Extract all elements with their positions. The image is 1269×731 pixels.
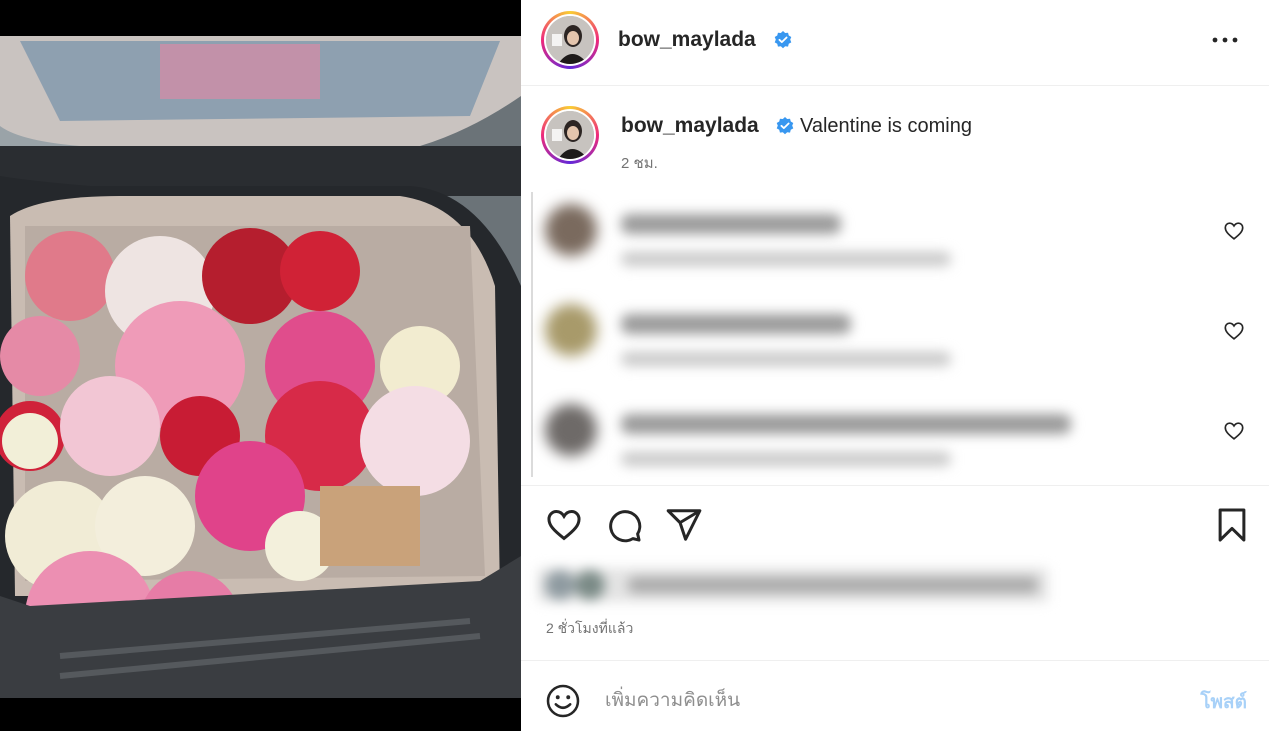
comment-bubble-icon[interactable] — [605, 506, 643, 544]
comment-item — [533, 192, 1263, 292]
heart-icon[interactable] — [1223, 420, 1245, 442]
post-actions: 2 ชั่วโมงที่แล้ว — [521, 485, 1269, 660]
author-username[interactable]: bow_maylada — [618, 28, 756, 52]
emoji-smile-icon[interactable] — [545, 683, 581, 719]
post-detail-panel: bow_maylada bow_maylada Valentine is com… — [521, 0, 1269, 731]
comments-list — [531, 192, 1261, 477]
comment-meta-blurred — [621, 352, 951, 366]
heart-icon[interactable] — [545, 506, 583, 544]
comment-meta-blurred — [621, 252, 951, 266]
add-comment-bar: โพสต์ — [521, 660, 1269, 731]
post-time-ago: 2 ชั่วโมงที่แล้ว — [546, 620, 634, 636]
heart-icon[interactable] — [1223, 320, 1245, 342]
comment-text-blurred — [621, 214, 841, 234]
comment-avatar[interactable] — [545, 404, 597, 456]
comment-text-blurred — [621, 414, 1071, 434]
comment-item — [533, 292, 1263, 392]
bookmark-icon[interactable] — [1213, 506, 1251, 544]
verified-badge-icon — [774, 31, 792, 49]
post-comment-button[interactable]: โพสต์ — [1200, 687, 1247, 717]
post-photo — [0, 36, 521, 698]
comment-meta-blurred — [621, 452, 951, 466]
comment-avatar[interactable] — [545, 204, 597, 256]
heart-icon[interactable] — [1223, 220, 1245, 242]
author-avatar-image — [546, 16, 594, 64]
comment-avatar[interactable] — [545, 304, 597, 356]
more-horizontal-icon[interactable] — [1211, 28, 1239, 52]
post-caption: Valentine is coming — [800, 115, 972, 137]
author-avatar[interactable] — [541, 11, 599, 69]
caption-author-avatar-image — [546, 111, 594, 159]
paper-plane-icon[interactable] — [665, 506, 703, 544]
post-media-panel — [0, 0, 521, 731]
likes-summary-blurred — [538, 568, 1048, 602]
comment-text-blurred — [621, 314, 851, 334]
comment-item — [533, 392, 1263, 492]
caption-author-username[interactable]: bow_maylada — [621, 114, 759, 138]
caption-author-avatar[interactable] — [541, 106, 599, 164]
post-header: bow_maylada — [521, 0, 1269, 86]
comment-input[interactable] — [605, 683, 1165, 719]
caption-timestamp: 2 ชม. — [621, 155, 658, 172]
verified-badge-icon — [776, 117, 794, 135]
